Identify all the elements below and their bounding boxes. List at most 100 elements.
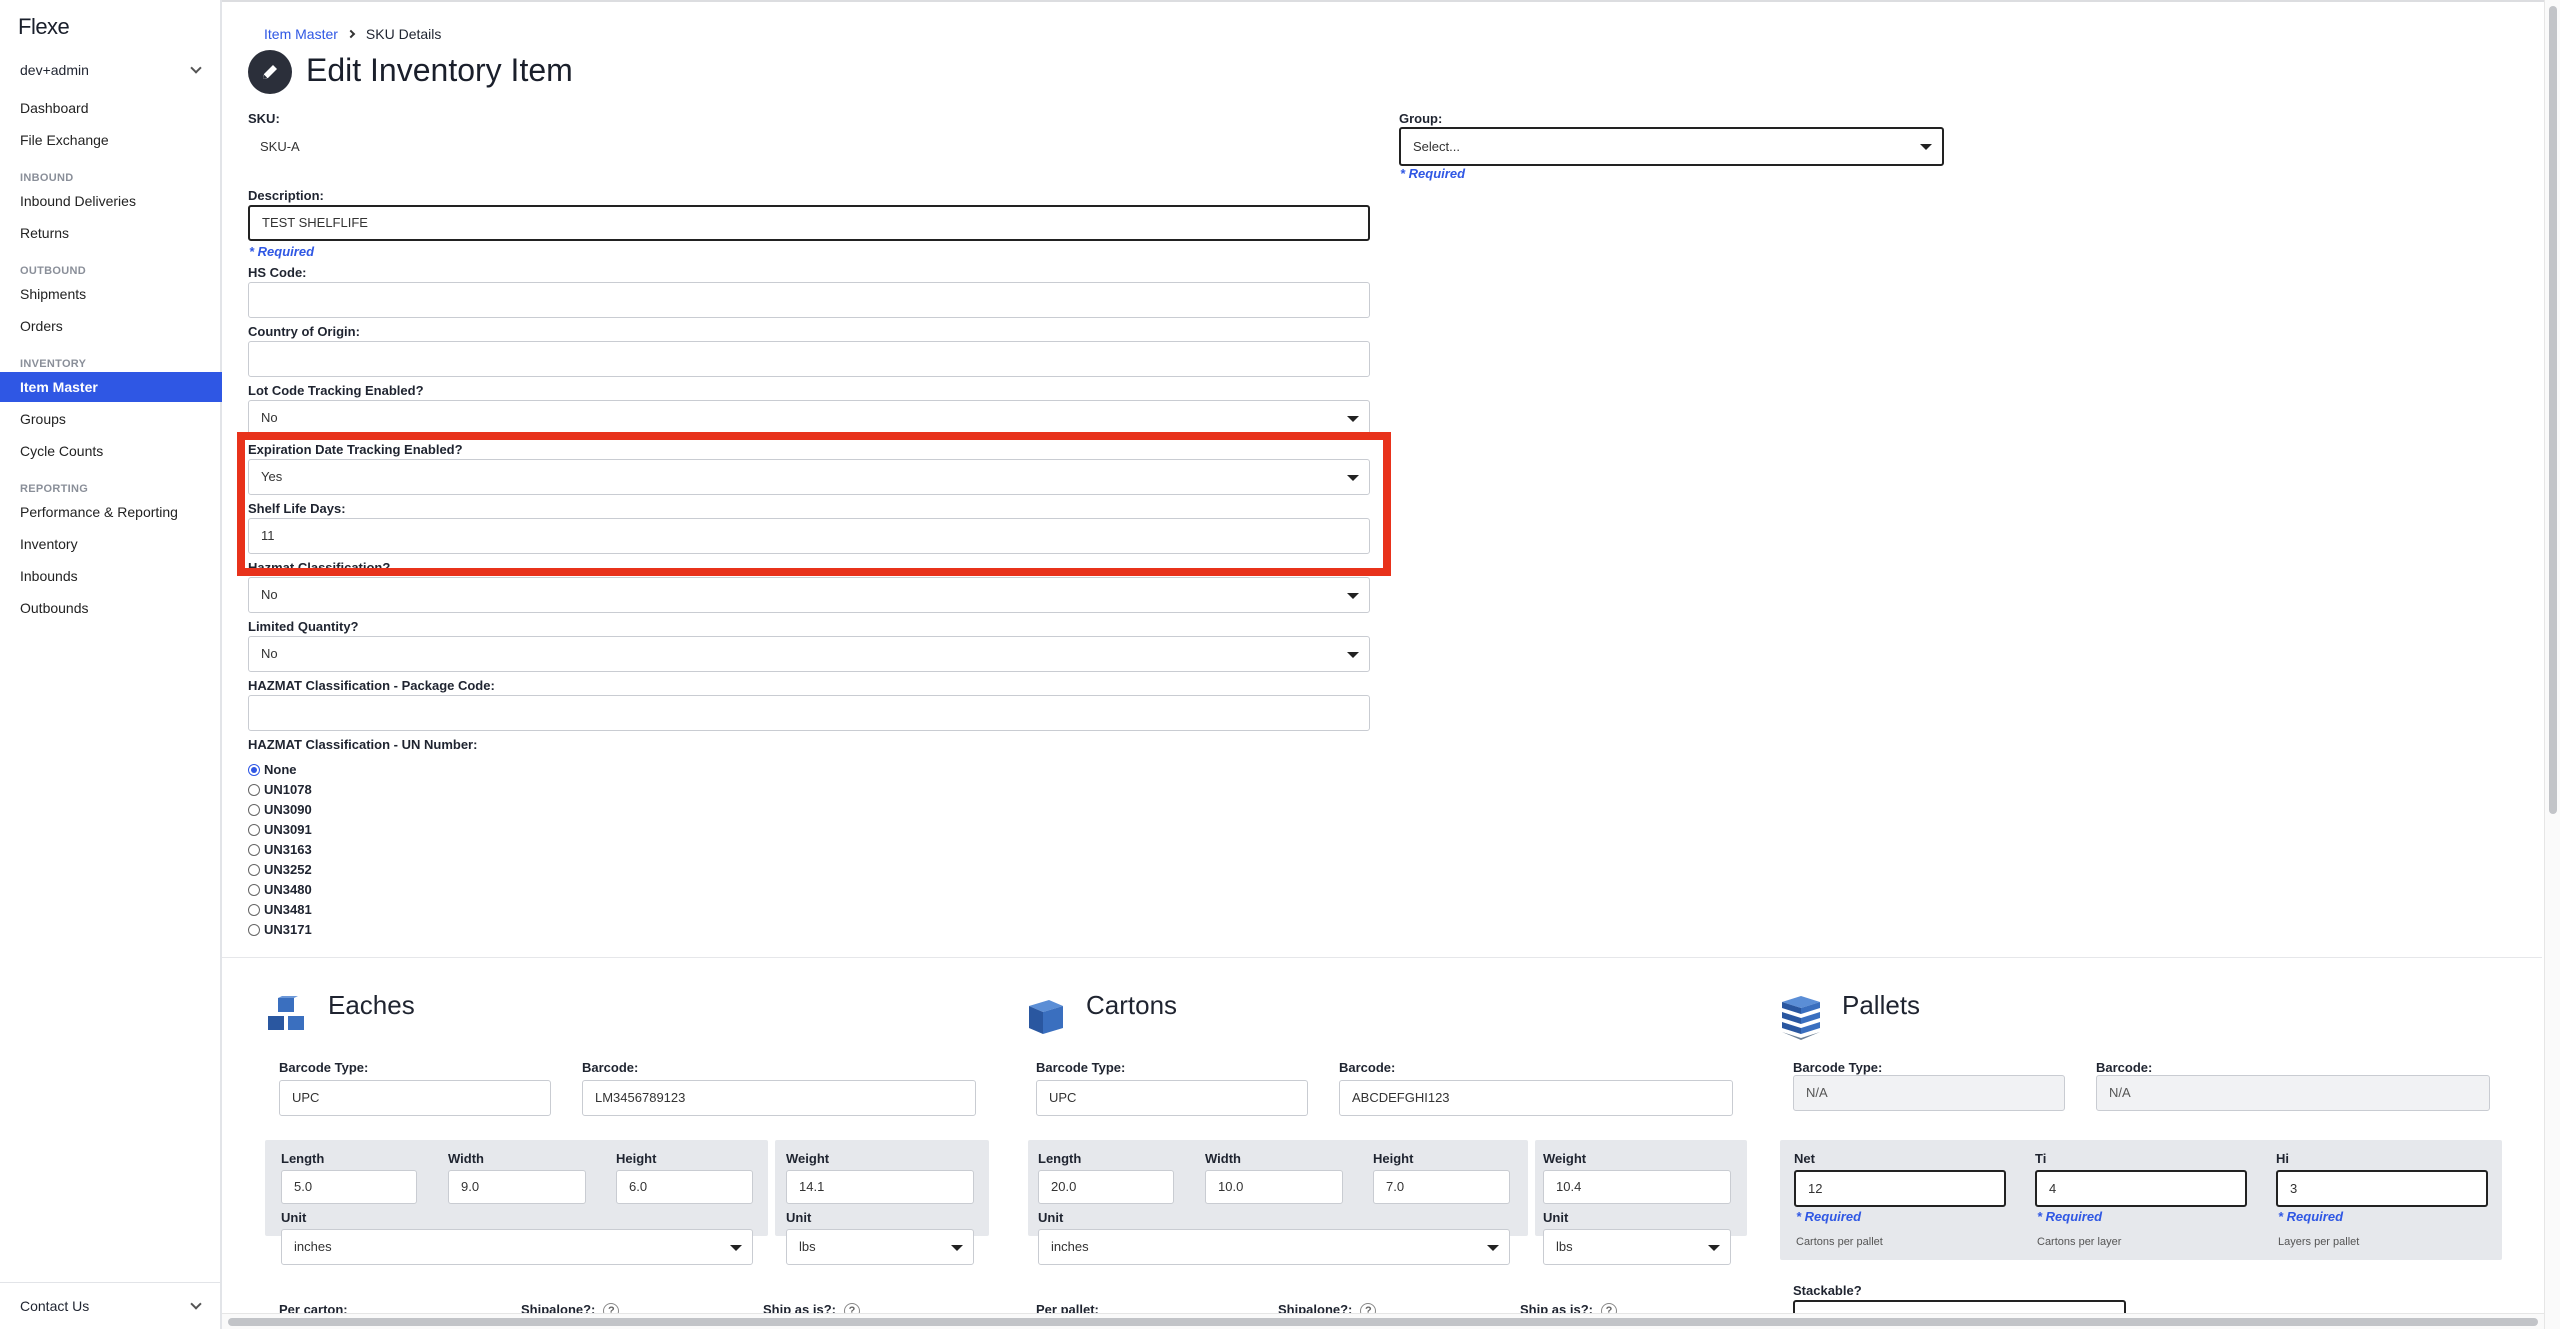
sidebar-item-file-exchange[interactable]: File Exchange [0, 125, 222, 155]
un-option-un3171[interactable]: UN3171 [248, 922, 312, 937]
lot-code-select[interactable]: No [248, 400, 1370, 436]
eaches-weight-unit-value: lbs [799, 1239, 816, 1254]
hs-code-label: HS Code: [248, 265, 307, 280]
radio-icon [248, 823, 260, 836]
cartons-barcode-label: Barcode: [1339, 1060, 1396, 1075]
sidebar-item-orders[interactable]: Orders [0, 311, 222, 341]
cartons-weight-input[interactable]: 10.4 [1543, 1170, 1731, 1204]
radio-icon [248, 803, 260, 816]
cartons-barcode-type-input[interactable]: UPC [1036, 1080, 1308, 1116]
breadcrumb-item-master-link[interactable]: Item Master [264, 26, 338, 42]
sidebar-item-shipments[interactable]: Shipments [0, 279, 222, 309]
sidebar-section-inbound: INBOUND [20, 172, 74, 184]
cartons-dimension-unit-select[interactable]: inches [1038, 1229, 1510, 1265]
sidebar-item-inbounds[interactable]: Inbounds [0, 561, 222, 591]
cartons-weight-label: Weight [1543, 1151, 1587, 1166]
un-option-label: UN3481 [264, 902, 312, 917]
hs-code-input[interactable] [248, 282, 1370, 318]
package-code-input[interactable] [248, 695, 1370, 731]
eaches-weight-unit-select[interactable]: lbs [786, 1229, 974, 1265]
pallets-barcode-type-input[interactable]: N/A [1793, 1075, 2065, 1111]
pallets-barcode-input[interactable]: N/A [2096, 1075, 2490, 1111]
eaches-barcode-type-input[interactable]: UPC [279, 1080, 551, 1116]
un-option-un3481[interactable]: UN3481 [248, 902, 312, 917]
eaches-dimension-unit-select[interactable]: inches [281, 1229, 753, 1265]
eaches-height-input[interactable]: 6.0 [616, 1170, 753, 1204]
vertical-scrollbar[interactable] [2544, 0, 2560, 1329]
breadcrumb: Item Master SKU Details [264, 26, 441, 42]
group-required: * Required [1400, 166, 1466, 181]
cartons-height-label: Height [1373, 1151, 1414, 1166]
eaches-unit-label: Unit [281, 1210, 307, 1225]
country-of-origin-input[interactable] [248, 341, 1370, 377]
expiration-tracking-label: Expiration Date Tracking Enabled? [248, 442, 463, 457]
cartons-barcode-input[interactable]: ABCDEFGHI123 [1339, 1080, 1733, 1116]
pallets-title: Pallets [1842, 990, 1921, 1020]
eaches-barcode-input[interactable]: LM3456789123 [582, 1080, 976, 1116]
un-option-un3252[interactable]: UN3252 [248, 862, 312, 877]
un-option-none[interactable]: None [248, 762, 297, 777]
sidebar-item-dashboard[interactable]: Dashboard [0, 93, 222, 123]
cartons-height-input[interactable]: 7.0 [1373, 1170, 1510, 1204]
pallets-net-input[interactable]: 12 [1794, 1170, 2006, 1207]
un-option-label: UN3090 [264, 802, 312, 817]
description-input[interactable]: TEST SHELFLIFE [248, 205, 1370, 241]
contact-us-menu[interactable]: Contact Us [20, 1298, 204, 1314]
page-title: Edit Inventory Item [306, 52, 573, 88]
shelf-life-days-input[interactable]: 11 [248, 518, 1370, 554]
account-name: dev+admin [20, 62, 89, 78]
sidebar-item-inventory[interactable]: Inventory [0, 529, 222, 559]
chevron-down-icon [190, 1298, 202, 1310]
cartons-length-input[interactable]: 20.0 [1038, 1170, 1174, 1204]
package-code-label: HAZMAT Classification - Package Code: [248, 678, 495, 693]
group-select[interactable]: Select... [1399, 127, 1944, 166]
description-required: * Required [249, 244, 315, 259]
pallets-ti-required: * Required [2037, 1209, 2103, 1224]
breadcrumb-current: SKU Details [365, 26, 442, 42]
sidebar-item-inbound-deliveries[interactable]: Inbound Deliveries [0, 186, 222, 216]
hazmat-value: No [261, 587, 278, 602]
un-option-un1078[interactable]: UN1078 [248, 782, 312, 797]
pallets-net-required: * Required [1796, 1209, 1862, 1224]
un-option-un3480[interactable]: UN3480 [248, 882, 312, 897]
limited-quantity-select[interactable]: No [248, 636, 1370, 672]
sidebar-item-performance-reporting[interactable]: Performance & Reporting [0, 497, 222, 527]
eaches-length-label: Length [281, 1151, 325, 1166]
un-option-un3091[interactable]: UN3091 [248, 822, 312, 837]
shelf-life-label: Shelf Life Days: [248, 501, 346, 516]
cartons-weight-unit-value: lbs [1556, 1239, 1573, 1254]
un-option-label: UN3252 [264, 862, 312, 877]
caret-down-icon [951, 1245, 963, 1251]
radio-icon [248, 863, 260, 876]
pallets-hi-input[interactable]: 3 [2276, 1170, 2488, 1207]
horizontal-scrollbar[interactable] [222, 1313, 2544, 1329]
radio-icon [248, 883, 260, 896]
eaches-length-input[interactable]: 5.0 [281, 1170, 417, 1204]
hazmat-select[interactable]: No [248, 577, 1370, 613]
sidebar-item-cycle-counts[interactable]: Cycle Counts [0, 436, 222, 466]
sidebar-item-groups[interactable]: Groups [0, 404, 222, 434]
eaches-dimension-unit-value: inches [294, 1239, 332, 1254]
sidebar-item-outbounds[interactable]: Outbounds [0, 593, 222, 623]
eaches-width-input[interactable]: 9.0 [448, 1170, 586, 1204]
pallets-barcode-label: Barcode: [2096, 1060, 2153, 1075]
account-switcher[interactable]: dev+admin [20, 62, 204, 78]
cartons-weight-unit-select[interactable]: lbs [1543, 1229, 1731, 1265]
caret-down-icon [1487, 1245, 1499, 1251]
chevron-down-icon [190, 62, 202, 74]
sidebar-item-returns[interactable]: Returns [0, 218, 222, 248]
eaches-height-label: Height [616, 1151, 657, 1166]
sidebar-item-item-master[interactable]: Item Master [0, 372, 222, 402]
un-option-un3163[interactable]: UN3163 [248, 842, 312, 857]
horizontal-scrollbar-thumb[interactable] [228, 1318, 2538, 1326]
vertical-scrollbar-thumb[interactable] [2549, 6, 2557, 814]
cartons-barcode-type-label: Barcode Type: [1036, 1060, 1126, 1075]
un-option-un3090[interactable]: UN3090 [248, 802, 312, 817]
cartons-title: Cartons [1086, 990, 1178, 1020]
flexe-logo[interactable]: Flexe [18, 14, 70, 40]
eaches-weight-input[interactable]: 14.1 [786, 1170, 974, 1204]
cartons-width-input[interactable]: 10.0 [1205, 1170, 1343, 1204]
pallets-ti-input[interactable]: 4 [2035, 1170, 2247, 1207]
expiration-tracking-select[interactable]: Yes [248, 459, 1370, 495]
caret-down-icon [1347, 593, 1359, 599]
